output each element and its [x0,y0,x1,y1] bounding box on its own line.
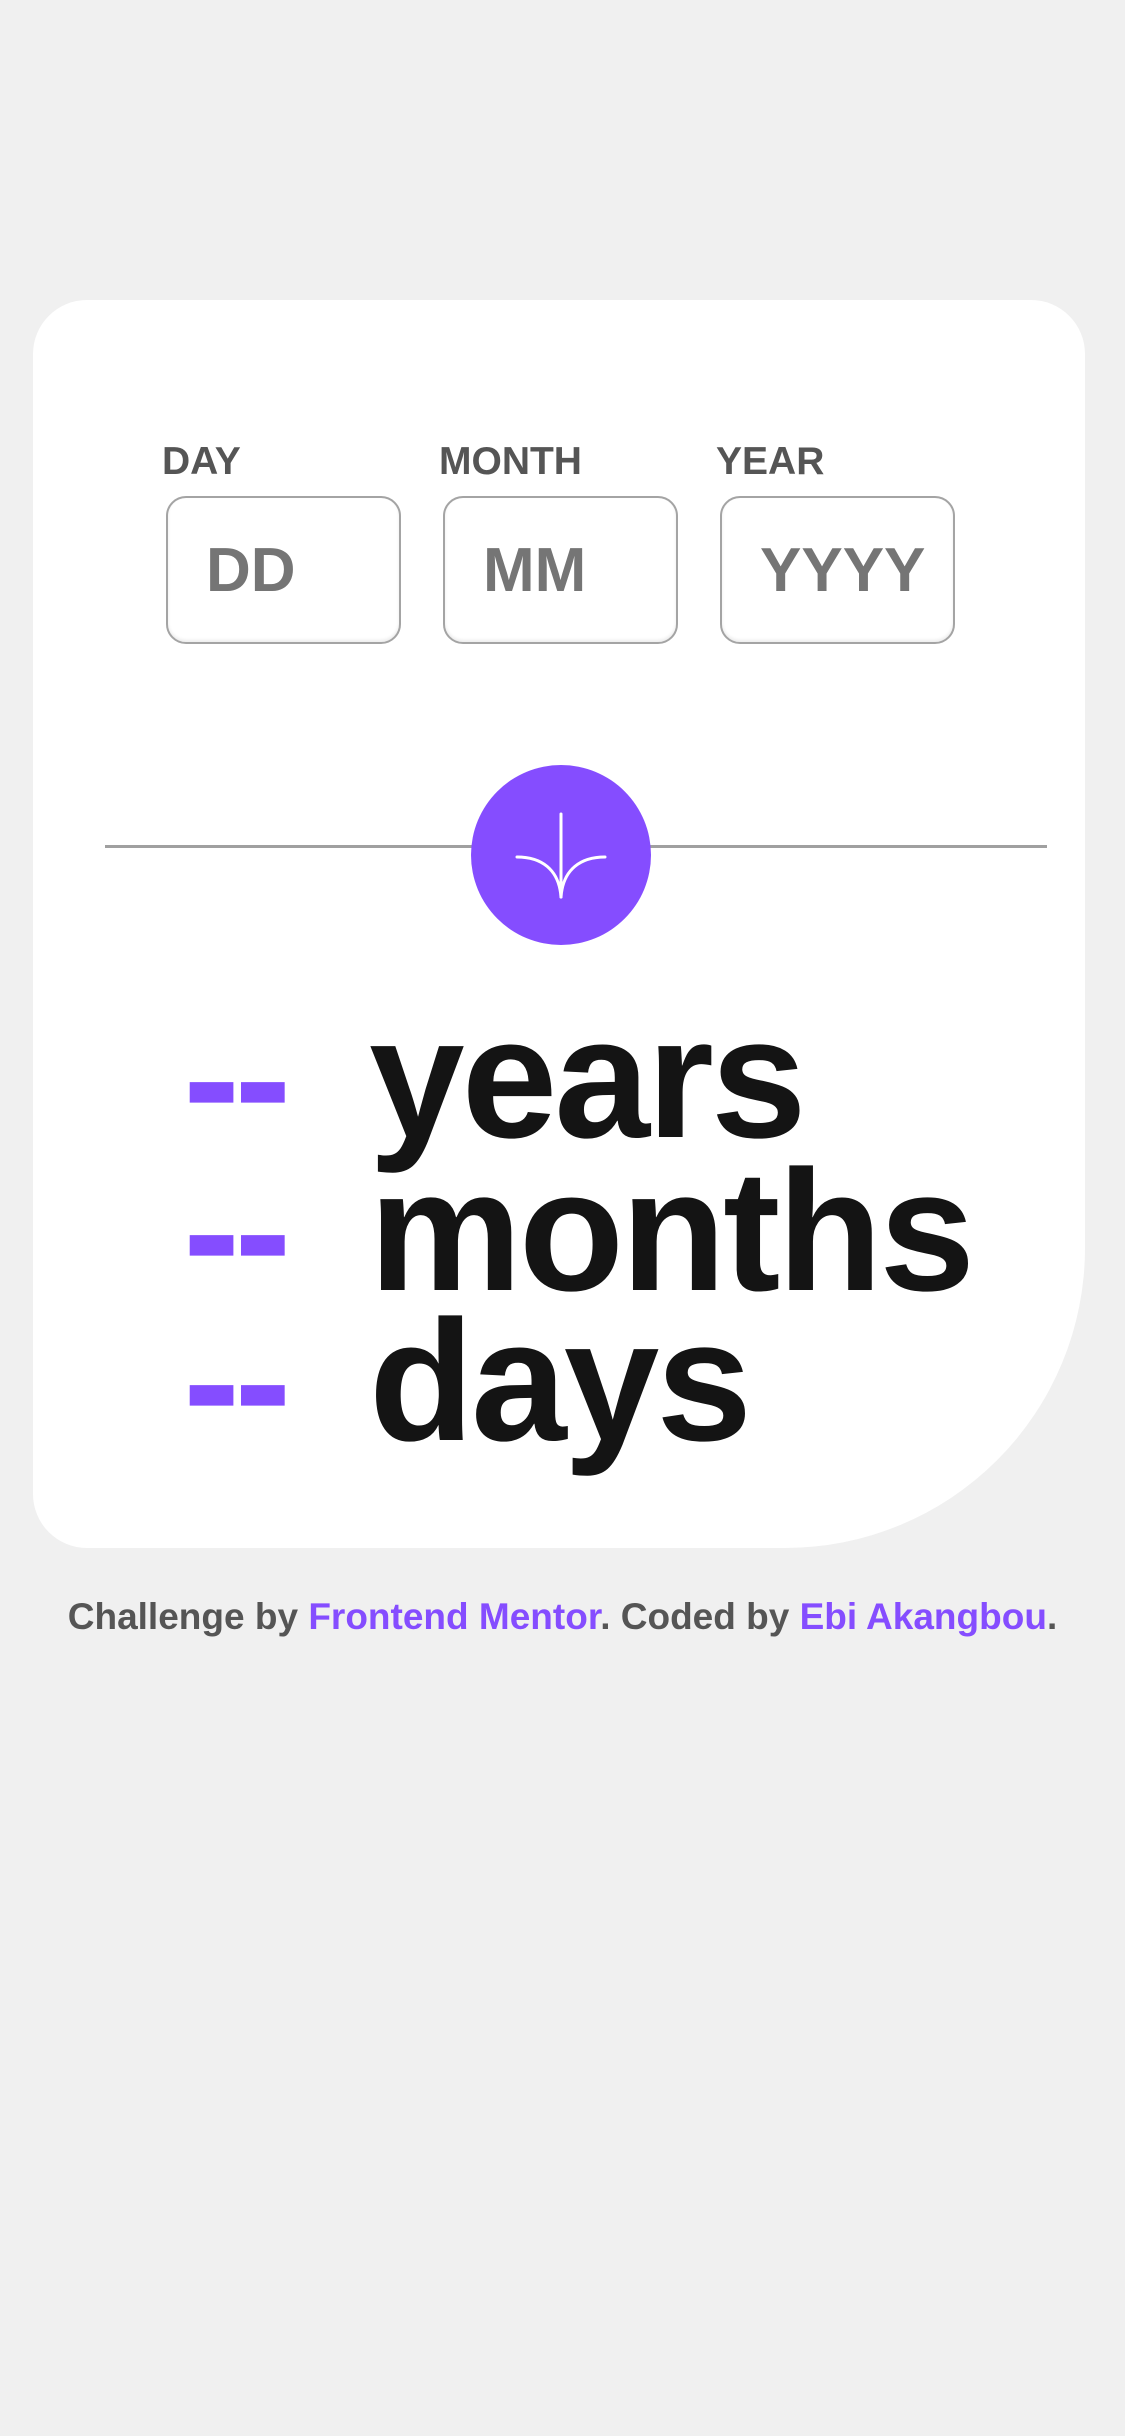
year-label: YEAR [716,440,825,483]
years-unit: years [369,982,807,1174]
attribution-suffix: . [1046,1596,1058,1637]
months-value: -- [183,1135,292,1327]
year-input[interactable] [720,496,955,644]
day-label: DAY [162,440,241,483]
years-value: -- [183,982,292,1174]
months-unit: months [369,1135,975,1327]
month-label: MONTH [439,440,582,483]
submit-button[interactable] [471,765,651,945]
day-input[interactable] [166,496,401,644]
days-value: -- [183,1285,292,1477]
frontend-mentor-link[interactable]: Frontend Mentor [308,1596,600,1637]
attribution: Challenge by Frontend Mentor. Coded by E… [0,1596,1125,1638]
month-input[interactable] [443,496,678,644]
arrow-down-icon [515,812,607,899]
age-calculator-card: DAY MONTH YEAR -- years -- months -- day… [33,300,1085,1548]
days-unit: days [369,1285,752,1477]
attribution-middle: . Coded by [600,1596,800,1637]
attribution-prefix: Challenge by [67,1596,309,1637]
author-link[interactable]: Ebi Akangbou [800,1596,1047,1637]
